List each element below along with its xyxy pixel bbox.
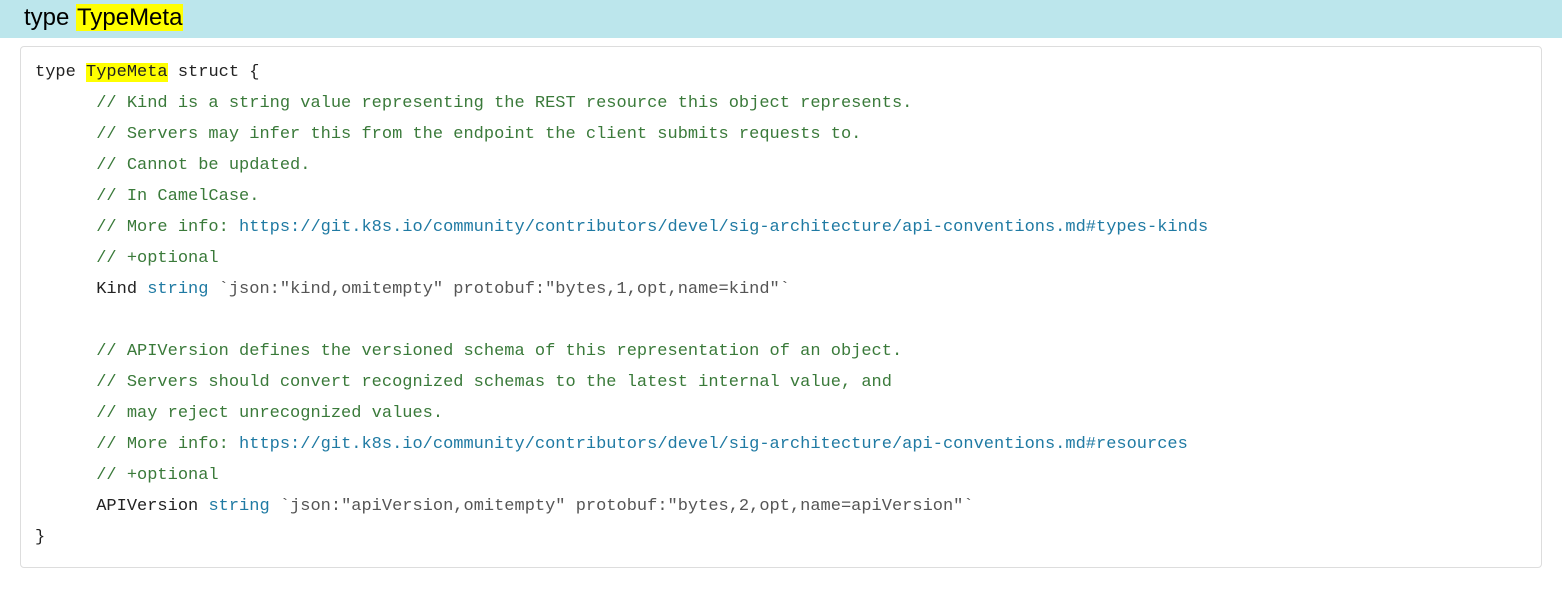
comment-kind-3: // Cannot be updated.	[96, 156, 310, 175]
comment-apiv-2: // Servers should convert recognized sch…	[96, 373, 892, 392]
comment-apiv-3: // may reject unrecognized values.	[96, 404, 443, 423]
field-apiv-tag: `json:"apiVersion,omitempty" protobuf:"b…	[270, 497, 974, 516]
indent	[35, 466, 96, 485]
indent	[35, 249, 96, 268]
link-types-kinds[interactable]: https://git.k8s.io/community/contributor…	[239, 218, 1208, 237]
comment-optional-2: // +optional	[96, 466, 218, 485]
decl-struct-open: struct {	[168, 63, 260, 82]
indent	[35, 94, 96, 113]
indent	[35, 404, 96, 423]
comment-kind-5-prefix: // More info:	[96, 218, 239, 237]
comment-kind-2: // Servers may infer this from the endpo…	[96, 125, 861, 144]
link-resources[interactable]: https://git.k8s.io/community/contributor…	[239, 435, 1188, 454]
comment-optional-1: // +optional	[96, 249, 218, 268]
comment-kind-4: // In CamelCase.	[96, 187, 259, 206]
code-content: type TypeMeta struct { // Kind is a stri…	[35, 57, 1527, 553]
indent	[35, 218, 96, 237]
indent	[35, 125, 96, 144]
field-kind-type: string	[147, 280, 208, 299]
decl-type: type	[35, 63, 86, 82]
indent	[35, 156, 96, 175]
field-apiv-type: string	[208, 497, 269, 516]
indent	[35, 342, 96, 361]
field-apiv-name: APIVersion	[96, 497, 208, 516]
header-prefix: type	[24, 4, 76, 31]
code-block: type TypeMeta struct { // Kind is a stri…	[20, 46, 1542, 568]
indent	[35, 435, 96, 454]
decl-struct-close: }	[35, 528, 45, 547]
header-type-name: TypeMeta	[76, 4, 183, 31]
indent	[35, 497, 96, 516]
indent	[35, 373, 96, 392]
field-kind-name: Kind	[96, 280, 147, 299]
comment-apiv-1: // APIVersion defines the versioned sche…	[96, 342, 902, 361]
comment-kind-1: // Kind is a string value representing t…	[96, 94, 912, 113]
decl-type-name: TypeMeta	[86, 63, 168, 82]
field-kind-tag: `json:"kind,omitempty" protobuf:"bytes,1…	[208, 280, 790, 299]
section-header: type TypeMeta	[0, 0, 1562, 38]
comment-apiv-4-prefix: // More info:	[96, 435, 239, 454]
indent	[35, 187, 96, 206]
indent	[35, 280, 96, 299]
